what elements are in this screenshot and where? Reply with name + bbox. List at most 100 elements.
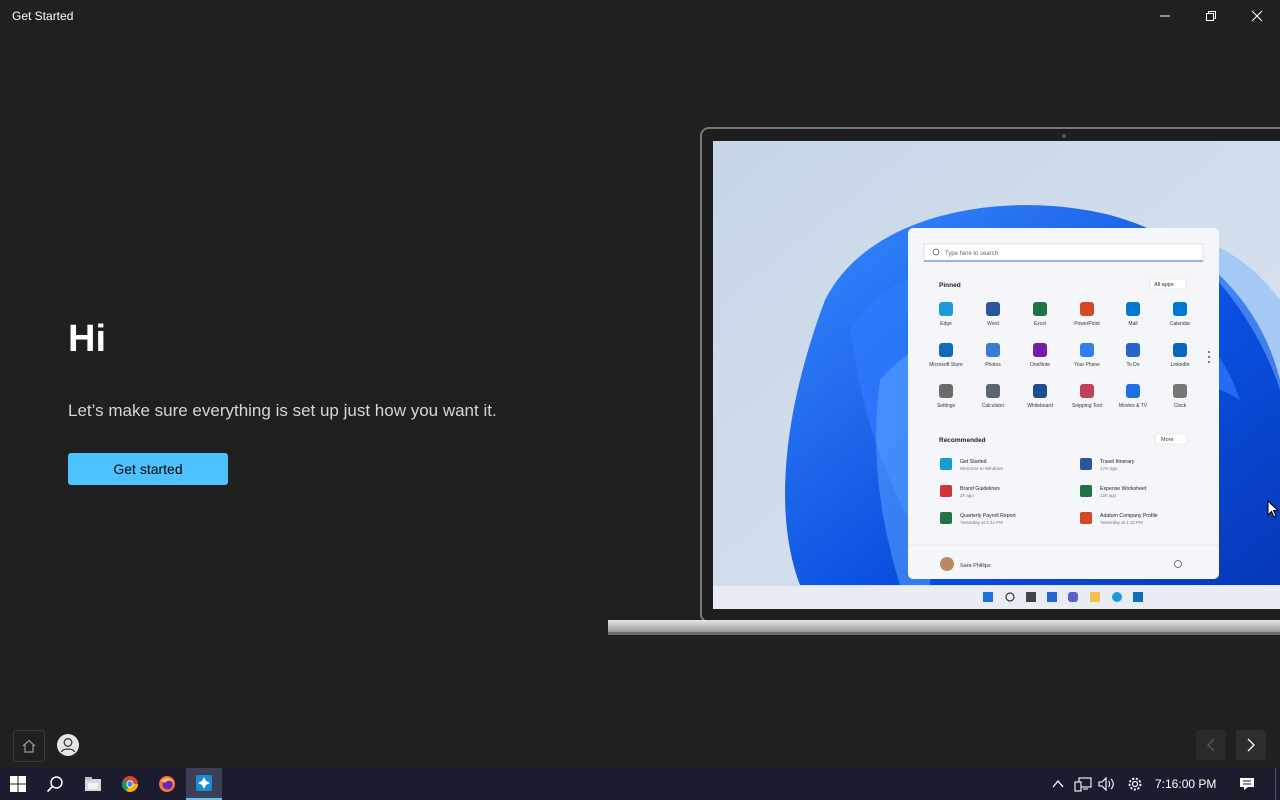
- pinned-app-label: To Do: [1126, 362, 1139, 368]
- pinned-app-label: Mail: [1128, 321, 1137, 327]
- minimize-icon: [1160, 15, 1170, 17]
- notifications-button[interactable]: [1230, 768, 1264, 800]
- recommended-item-title: Expense Worksheet: [1100, 486, 1147, 492]
- recommended-item-title: Travel Itinerary: [1100, 459, 1135, 465]
- recommended-item-subtitle: 2h ago: [960, 493, 974, 498]
- all-apps-label: All apps: [1154, 282, 1174, 288]
- start-menu: Type here to search Pinned All apps Edge…: [908, 228, 1219, 579]
- chevron-left-icon: [1207, 738, 1215, 752]
- get-started-app-icon: [196, 775, 212, 791]
- file-explorer-button[interactable]: [75, 768, 111, 800]
- pinned-app-label: OneNote: [1030, 362, 1050, 368]
- pinned-app-label: Whiteboard: [1027, 403, 1053, 409]
- pinned-app-label: Your Phone: [1074, 362, 1100, 368]
- close-button[interactable]: [1234, 0, 1280, 32]
- start-search-placeholder: Type here to search: [945, 251, 998, 257]
- chevron-right-icon: [1247, 738, 1255, 752]
- gear-icon: [1128, 777, 1142, 791]
- search-icon: [46, 776, 63, 793]
- pinned-app-icon: [939, 302, 953, 316]
- firefox-icon: [159, 776, 175, 792]
- mouse-cursor-icon: [1267, 500, 1280, 518]
- taskbar-clock[interactable]: 7:16:00 PM: [1155, 777, 1216, 791]
- title-bar: Get Started: [0, 0, 1280, 32]
- recommended-item-icon: [1080, 512, 1092, 524]
- pinned-label: Pinned: [939, 282, 961, 289]
- recommended-item-subtitle: Welcome to Windows: [960, 466, 1004, 471]
- pinned-app-icon: [986, 343, 1000, 357]
- minimize-button[interactable]: [1142, 0, 1188, 32]
- pinned-app-icon: [1173, 384, 1187, 398]
- window-title: Get Started: [12, 9, 74, 23]
- page-heading: Hi: [68, 318, 106, 360]
- pinned-app-label: Calendar: [1170, 321, 1191, 327]
- recommended-item-icon: [940, 512, 952, 524]
- previous-button[interactable]: [1196, 730, 1226, 760]
- pinned-app-icon: [1126, 384, 1140, 398]
- pinned-app-label: Settings: [937, 403, 956, 409]
- pinned-app-icon: [1173, 343, 1187, 357]
- pinned-app-icon: [1126, 343, 1140, 357]
- start-button[interactable]: [0, 768, 36, 800]
- pinned-app-icon: [1080, 384, 1094, 398]
- pinned-app-label: PowerPoint: [1074, 321, 1100, 327]
- recommended-item-subtitle: 12h ago: [1100, 493, 1117, 498]
- account-icon: [57, 734, 79, 756]
- pinned-app-label: Edge: [940, 321, 952, 327]
- restore-icon: [1206, 11, 1216, 21]
- show-desktop-divider[interactable]: [1275, 768, 1276, 800]
- pinned-app-icon: [986, 384, 1000, 398]
- pinned-app-icon: [1173, 302, 1187, 316]
- pinned-app-label: LinkedIn: [1171, 362, 1190, 368]
- get-started-taskbar-button[interactable]: [186, 768, 222, 800]
- volume-icon: [1098, 776, 1114, 792]
- account-button[interactable]: [53, 730, 83, 760]
- pinned-app-icon: [1033, 343, 1047, 357]
- pinned-app-label: Clock: [1174, 403, 1187, 409]
- recommended-item-icon: [1080, 458, 1092, 470]
- recommended-label: Recommended: [939, 437, 986, 444]
- more-label: More: [1161, 437, 1174, 443]
- pinned-app-label: Calculator: [982, 403, 1005, 409]
- recommended-item-icon: [940, 485, 952, 497]
- pinned-app-icon: [939, 384, 953, 398]
- pinned-app-icon: [1080, 343, 1094, 357]
- pinned-app-icon: [986, 302, 1000, 316]
- restore-button[interactable]: [1188, 0, 1234, 32]
- wallpaper-bloom: [785, 205, 1280, 585]
- settings-button[interactable]: [1118, 768, 1152, 800]
- taskbar: 7:16:00 PM: [0, 768, 1280, 800]
- home-icon: [22, 739, 36, 753]
- start-user-name: Sara Phillips: [960, 563, 991, 569]
- file-explorer-icon: [85, 777, 101, 791]
- recommended-item-subtitle: 17m ago: [1100, 466, 1118, 471]
- windows-logo-icon: [10, 776, 26, 792]
- screen-taskbar: [713, 586, 1280, 609]
- pinned-app-label: Photos: [985, 362, 1001, 368]
- recommended-item-title: Adatum Company Profile: [1100, 513, 1158, 519]
- close-icon: [1251, 10, 1263, 22]
- chrome-icon: [122, 776, 138, 792]
- recommended-item-title: Brand Guidelines: [960, 486, 1000, 492]
- chrome-button[interactable]: [112, 768, 148, 800]
- chevron-up-icon: [1052, 779, 1064, 788]
- firefox-button[interactable]: [149, 768, 185, 800]
- pinned-app-icon: [939, 343, 953, 357]
- pinned-app-label: Excel: [1034, 321, 1046, 327]
- pinned-app-label: Movies & TV: [1119, 403, 1148, 409]
- next-button[interactable]: [1236, 730, 1266, 760]
- pinned-app-label: Snipping Tool: [1072, 403, 1102, 409]
- search-button[interactable]: [37, 768, 73, 800]
- get-started-button[interactable]: Get started: [68, 453, 228, 485]
- recommended-item-subtitle: Yesterday at 1:15 PM: [1100, 520, 1143, 525]
- pinned-app-label: Microsoft Store: [929, 362, 963, 368]
- home-button[interactable]: [13, 730, 45, 762]
- pinned-app-icon: [1080, 302, 1094, 316]
- bottom-nav-bar: [0, 728, 1280, 768]
- laptop-illustration: Type here to search Pinned All apps Edge…: [608, 127, 1280, 635]
- recommended-item-subtitle: Yesterday at 4:24 PM: [960, 520, 1003, 525]
- notification-icon: [1240, 778, 1254, 790]
- pinned-app-icon: [1033, 384, 1047, 398]
- recommended-item-title: Get Started: [960, 459, 987, 465]
- recommended-item-icon: [1080, 485, 1092, 497]
